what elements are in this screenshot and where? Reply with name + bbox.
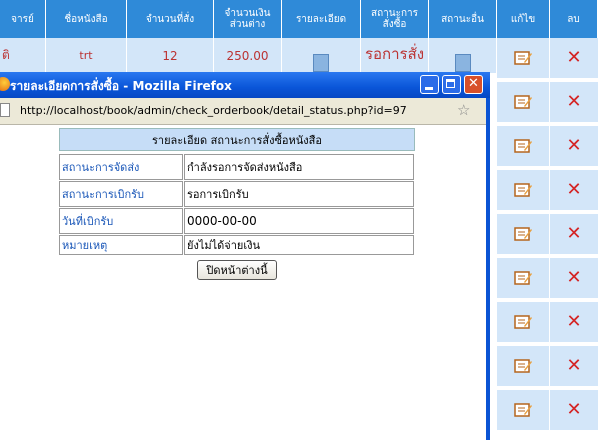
- edit-button[interactable]: [497, 214, 550, 256]
- edit-icon[interactable]: [513, 270, 533, 286]
- delete-button[interactable]: ✕: [550, 38, 598, 80]
- label-shipping-status: สถานะการจัดส่ง: [59, 154, 183, 180]
- col-header-amount: จำนวนเงินส่วนต่าง: [214, 0, 282, 38]
- address-bar[interactable]: http://localhost/book/admin/check_orderb…: [0, 98, 486, 125]
- delete-icon[interactable]: ✕: [566, 401, 581, 419]
- edit-button[interactable]: [497, 126, 550, 168]
- cell-other-status[interactable]: [429, 38, 497, 74]
- delete-button[interactable]: ✕: [550, 346, 598, 388]
- value-shipping-status: กำลังรอการจัดส่งหนังสือ: [184, 154, 414, 180]
- cell-detail[interactable]: [282, 38, 361, 74]
- edit-icon[interactable]: [513, 402, 533, 418]
- cell-qty: 12: [127, 38, 214, 74]
- window-right-border: [486, 98, 490, 440]
- window-title: รายละเอียดการสั่งซื้อ - Mozilla Firefox: [10, 79, 232, 93]
- edit-button[interactable]: [497, 82, 550, 124]
- delete-button[interactable]: ✕: [550, 214, 598, 256]
- delete-button[interactable]: ✕: [550, 170, 598, 212]
- url-text[interactable]: http://localhost/book/admin/check_orderb…: [20, 104, 407, 117]
- edit-button[interactable]: [497, 302, 550, 344]
- delete-icon[interactable]: ✕: [566, 93, 581, 111]
- delete-icon[interactable]: ✕: [566, 49, 581, 67]
- cell-teacher: ติ: [0, 38, 46, 74]
- col-header-book: ชื่อหนังสือ: [46, 0, 127, 38]
- edit-icon[interactable]: [513, 182, 533, 198]
- delete-icon[interactable]: ✕: [566, 225, 581, 243]
- delete-button[interactable]: ✕: [550, 302, 598, 344]
- detail-table-title: รายละเอียด สถานะการสั่งซื้อหนังสือ: [59, 128, 415, 151]
- minimize-icon: [425, 87, 433, 90]
- col-header-detail: รายละเอียด: [282, 0, 361, 38]
- edit-icon[interactable]: [513, 358, 533, 374]
- maximize-icon: [446, 79, 455, 88]
- value-note: ยังไม่ได้จ่ายเงิน: [184, 235, 414, 255]
- other-status-icon[interactable]: [454, 53, 471, 72]
- page-icon: [0, 103, 10, 117]
- minimize-button[interactable]: [420, 75, 439, 94]
- detail-icon[interactable]: [313, 53, 329, 72]
- col-header-other-status: สถานะอื่น: [429, 0, 497, 38]
- delete-button[interactable]: ✕: [550, 390, 598, 432]
- close-window-text-button[interactable]: ปิดหน้าต่างนี้: [197, 260, 277, 280]
- delete-icon[interactable]: ✕: [566, 137, 581, 155]
- firefox-icon: [0, 77, 10, 91]
- close-icon: ✕: [468, 76, 479, 91]
- col-header-edit: แก้ไข: [497, 0, 550, 38]
- bookmark-star-icon[interactable]: ☆: [457, 101, 470, 119]
- label-receive-date: วันที่เบิกรับ: [59, 208, 183, 234]
- edit-icon[interactable]: [513, 226, 533, 242]
- edit-button[interactable]: [497, 390, 550, 432]
- delete-button[interactable]: ✕: [550, 126, 598, 168]
- delete-button[interactable]: ✕: [550, 258, 598, 300]
- window-titlebar[interactable]: รายละเอียดการสั่งซื้อ - Mozilla Firefox …: [0, 72, 490, 98]
- value-receive-date: 0000-00-00: [184, 208, 414, 234]
- col-header-order-status: สถานะการสั่งซื้อ: [361, 0, 429, 38]
- edit-button[interactable]: [497, 170, 550, 212]
- label-receive-status: สถานะการเบิกรับ: [59, 181, 183, 207]
- delete-icon[interactable]: ✕: [566, 357, 581, 375]
- cell-order-status[interactable]: รอการสั่ง: [361, 38, 429, 74]
- delete-icon[interactable]: ✕: [566, 269, 581, 287]
- edit-button[interactable]: [497, 346, 550, 388]
- col-header-qty: จำนวนที่สั่ง: [127, 0, 214, 38]
- delete-icon[interactable]: ✕: [566, 313, 581, 331]
- edit-icon[interactable]: [513, 314, 533, 330]
- firefox-popup-window[interactable]: รายละเอียดการสั่งซื้อ - Mozilla Firefox …: [0, 72, 490, 440]
- maximize-button[interactable]: [442, 75, 461, 94]
- delete-icon[interactable]: ✕: [566, 181, 581, 199]
- cell-book: trt: [46, 38, 127, 74]
- value-receive-status: รอการเบิกรับ: [184, 181, 414, 207]
- label-note: หมายเหตุ: [59, 235, 183, 255]
- close-window-button[interactable]: ✕: [464, 75, 483, 94]
- edit-icon[interactable]: [513, 138, 533, 154]
- edit-button[interactable]: [497, 38, 550, 80]
- cell-amount: 250.00: [214, 38, 282, 74]
- delete-button[interactable]: ✕: [550, 82, 598, 124]
- col-header-delete: ลบ: [550, 0, 598, 38]
- popup-content: รายละเอียด สถานะการสั่งซื้อหนังสือ สถานะ…: [0, 125, 486, 440]
- edit-icon[interactable]: [513, 50, 533, 66]
- edit-button[interactable]: [497, 258, 550, 300]
- col-header-teacher: จารย์: [0, 0, 46, 38]
- edit-icon[interactable]: [513, 94, 533, 110]
